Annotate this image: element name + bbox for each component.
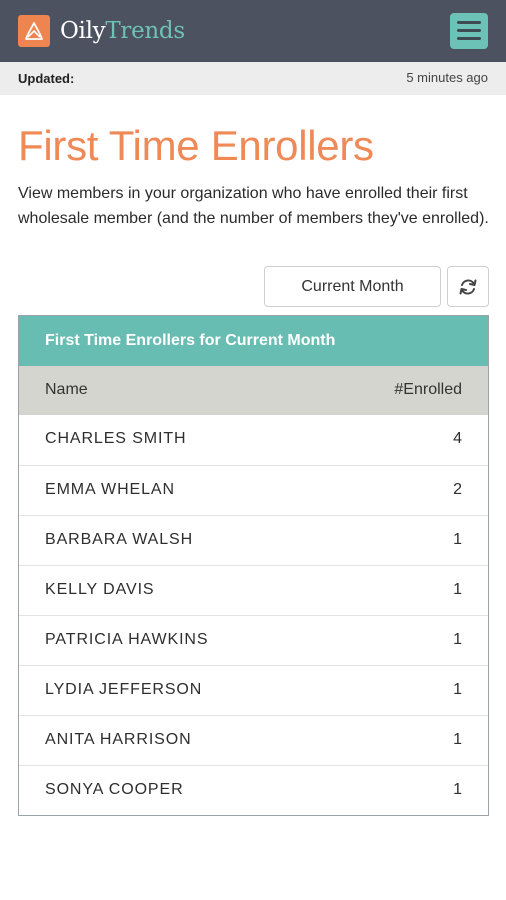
table-row[interactable]: ANITA HARRISON 1: [19, 715, 488, 765]
period-select[interactable]: Current Month: [264, 266, 441, 307]
member-name: LYDIA JEFFERSON: [45, 681, 203, 698]
enrollers-table: First Time Enrollers for Current Month N…: [18, 315, 489, 816]
member-name: BARBARA WALSH: [45, 531, 194, 548]
enrolled-count: 1: [453, 681, 462, 698]
member-name: PATRICIA HAWKINS: [45, 631, 209, 648]
brand-name[interactable]: OilyTrends: [60, 16, 185, 46]
column-enrolled-header[interactable]: #Enrolled: [394, 381, 462, 399]
enrolled-count: 1: [453, 731, 462, 748]
updated-status-bar: Updated: 5 minutes ago: [0, 62, 506, 95]
table-row[interactable]: PATRICIA HAWKINS 1: [19, 615, 488, 665]
table-row[interactable]: CHARLES SMITH 4: [19, 415, 488, 465]
oil-drop-logo-icon[interactable]: [18, 15, 50, 47]
table-heading: First Time Enrollers for Current Month: [19, 316, 488, 366]
member-name: EMMA WHELAN: [45, 481, 175, 498]
updated-label: Updated:: [18, 71, 75, 86]
enrolled-count: 1: [453, 531, 462, 548]
page-title: First Time Enrollers: [18, 122, 374, 169]
enrolled-count: 1: [453, 631, 462, 648]
table-row[interactable]: KELLY DAVIS 1: [19, 565, 488, 615]
hamburger-menu-icon[interactable]: [450, 13, 488, 49]
enrolled-count: 2: [453, 481, 462, 498]
member-name: CHARLES SMITH: [45, 430, 187, 447]
menu-line: [457, 37, 481, 40]
menu-line: [457, 29, 481, 32]
enrolled-count: 4: [453, 430, 462, 447]
menu-line: [457, 21, 481, 24]
table-column-header: Name #Enrolled: [19, 366, 488, 415]
page-description: View members in your organization who ha…: [18, 185, 489, 227]
table-row[interactable]: BARBARA WALSH 1: [19, 515, 488, 565]
refresh-icon: [459, 279, 477, 295]
refresh-button[interactable]: [447, 266, 489, 307]
table-body: CHARLES SMITH 4 EMMA WHELAN 2 BARBARA WA…: [19, 415, 488, 815]
table-row[interactable]: SONYA COOPER 1: [19, 765, 488, 815]
member-name: SONYA COOPER: [45, 781, 184, 798]
table-row[interactable]: EMMA WHELAN 2: [19, 465, 488, 515]
column-name-header[interactable]: Name: [45, 381, 88, 399]
enrolled-count: 1: [453, 581, 462, 598]
brand-name-part-2: Trends: [105, 18, 185, 44]
brand-name-part-1: Oily: [60, 18, 106, 44]
member-name: KELLY DAVIS: [45, 581, 155, 598]
top-navbar: OilyTrends: [0, 0, 506, 62]
member-name: ANITA HARRISON: [45, 731, 192, 748]
enrolled-count: 1: [453, 781, 462, 798]
updated-timestamp: 5 minutes ago: [406, 70, 488, 85]
table-row[interactable]: LYDIA JEFFERSON 1: [19, 665, 488, 715]
